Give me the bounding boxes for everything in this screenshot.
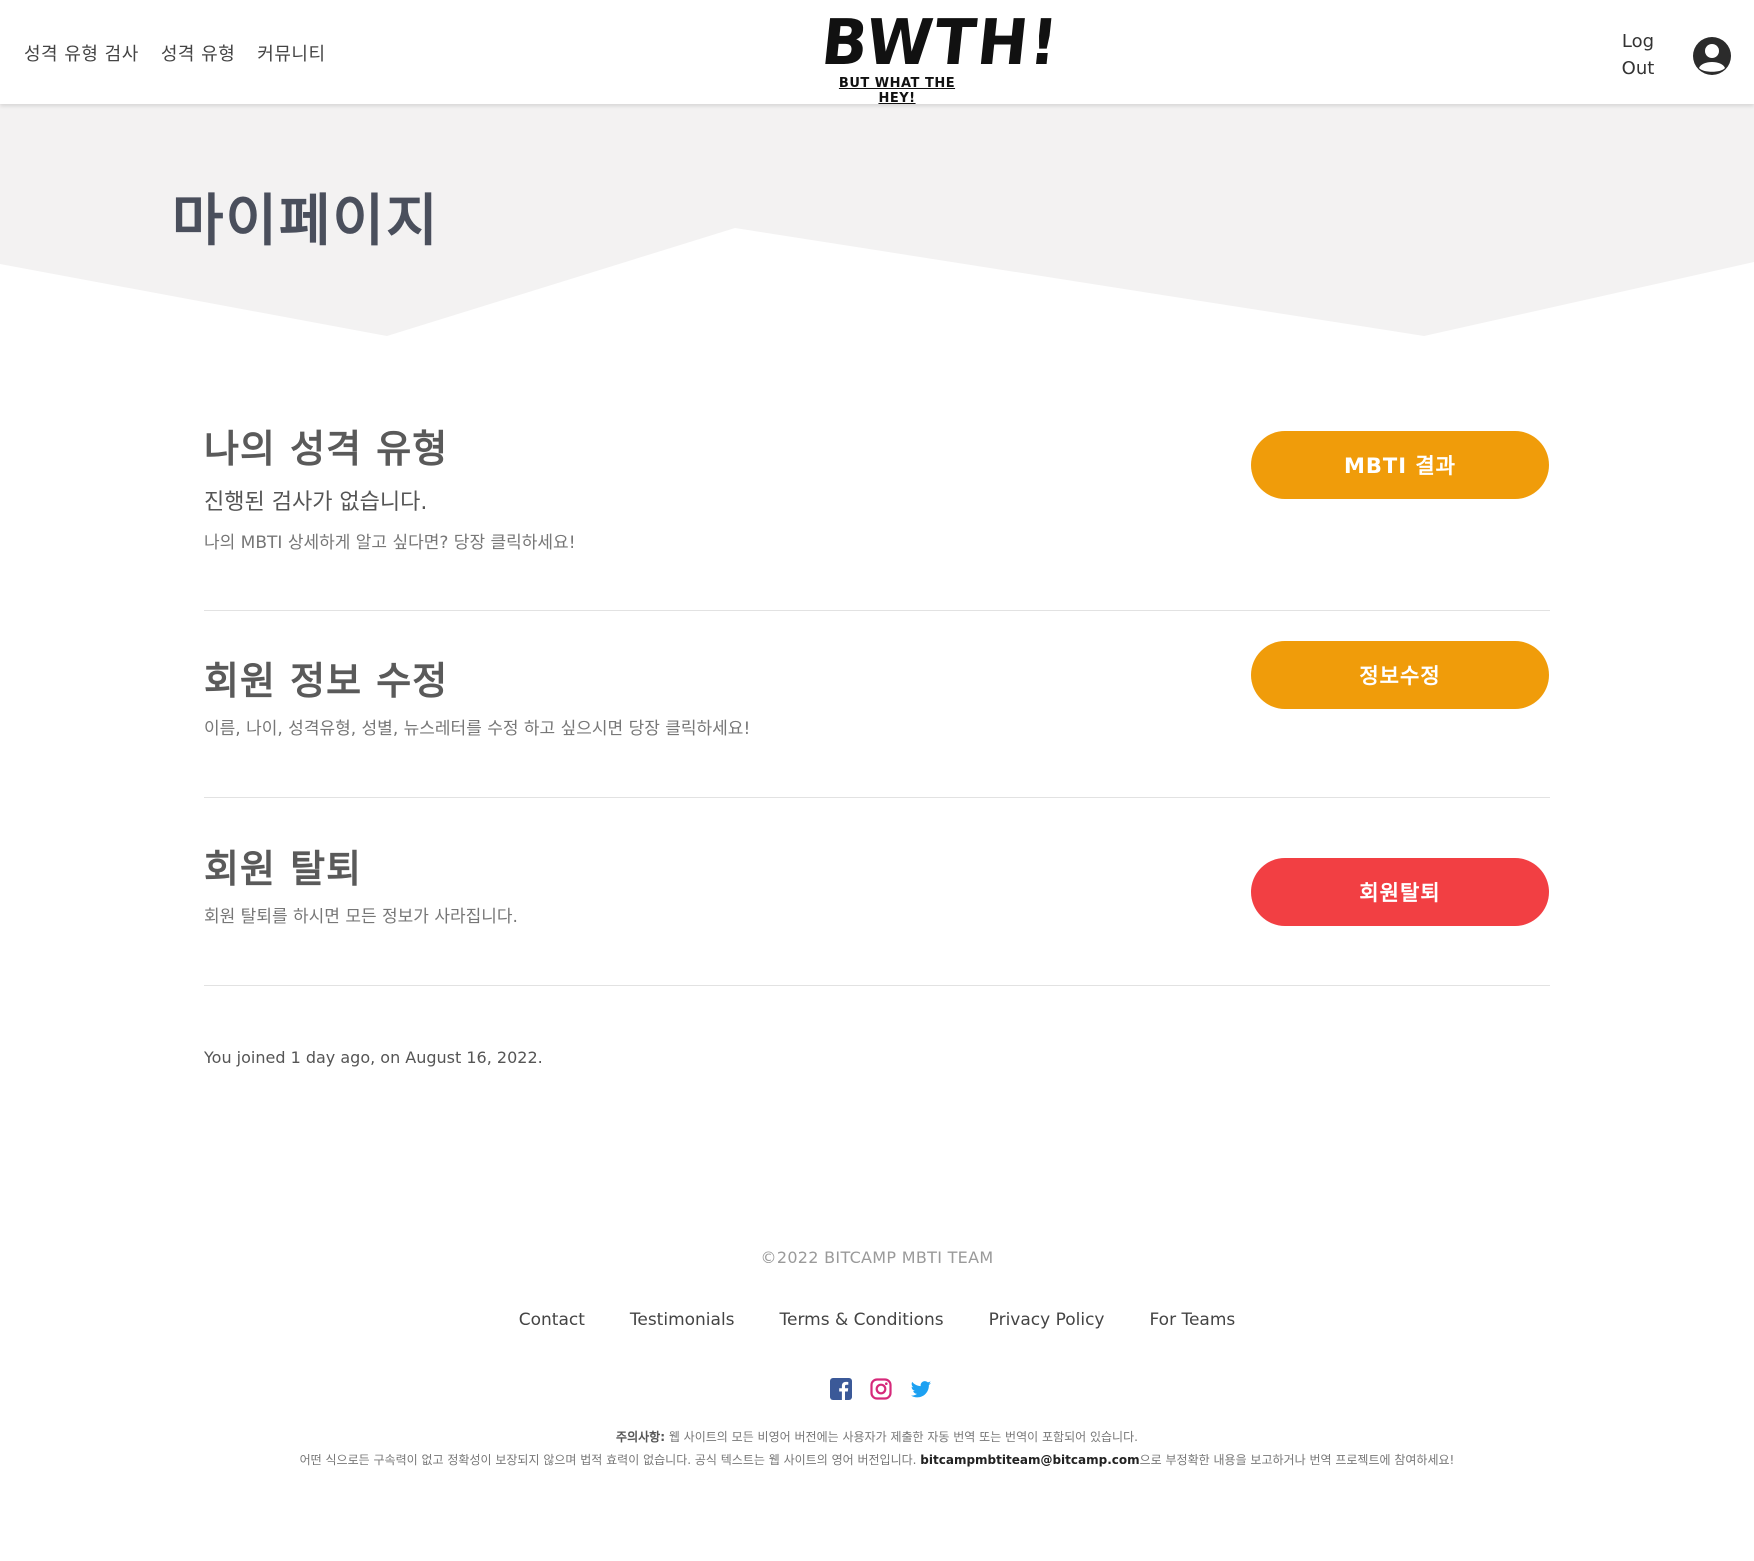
nav-community[interactable]: 커뮤니티 [257, 40, 325, 66]
joined-date-text: You joined 1 day ago, on August 16, 2022… [204, 1048, 543, 1067]
divider [204, 985, 1550, 986]
footer-copyright: ©2022 BITCAMP MBTI TEAM [760, 1248, 994, 1267]
disclaimer-line-2: 어떤 식으로든 구속력이 없고 정확성이 보장되지 않으며 법적 효력이 없습니… [0, 1449, 1754, 1472]
footer-link-contact[interactable]: Contact [519, 1310, 585, 1330]
disclaimer-label: 주의사항: [616, 1430, 666, 1444]
disclaimer-text-2b: 으로 부정확한 내용을 보고하거나 번역 프로젝트에 참여하세요! [1139, 1453, 1455, 1467]
section-title: 회원 정보 수정 [204, 659, 449, 703]
nav-personality-test[interactable]: 성격 유형 검사 [24, 40, 139, 66]
logo-sub-text: BUT WHAT THE HEY! [838, 76, 956, 106]
logo-main-text: BWTH! [818, 6, 1064, 80]
disclaimer-text-2a: 어떤 식으로든 구속력이 없고 정확성이 보장되지 않으며 법적 효력이 없습니… [299, 1453, 921, 1467]
section-subtitle: 진행된 검사가 없습니다. [204, 490, 428, 515]
main-nav: 성격 유형 검사 성격 유형 커뮤니티 [24, 40, 326, 66]
footer-link-terms[interactable]: Terms & Conditions [780, 1310, 944, 1330]
footer-disclaimer: 주의사항: 웹 사이트의 모든 비영어 버전에는 사용자가 제출한 자동 번역 … [0, 1426, 1754, 1472]
edit-profile-button[interactable]: 정보수정 [1251, 641, 1549, 709]
section-my-personality: 나의 성격 유형 진행된 검사가 없습니다. 나의 MBTI 상세하게 알고 싶… [204, 418, 1550, 558]
facebook-icon[interactable] [830, 1378, 852, 1400]
social-links [830, 1378, 932, 1400]
page-title: 마이페이지 [172, 189, 440, 254]
section-description: 나의 MBTI 상세하게 알고 싶다면? 당장 클릭하세요! [204, 533, 576, 553]
section-title: 나의 성격 유형 [204, 427, 449, 471]
top-navbar: 성격 유형 검사 성격 유형 커뮤니티 BWTH! BUT WHAT THE H… [0, 0, 1754, 106]
twitter-icon[interactable] [910, 1378, 932, 1400]
logout-label-line2: Out [1621, 58, 1655, 79]
divider [204, 610, 1550, 611]
footer-link-privacy[interactable]: Privacy Policy [989, 1310, 1105, 1330]
section-edit-profile: 회원 정보 수정 이름, 나이, 성격유형, 성별, 뉴스레터를 수정 하고 싶… [204, 641, 1550, 750]
disclaimer-line-1: 주의사항: 웹 사이트의 모든 비영어 버전에는 사용자가 제출한 자동 번역 … [0, 1426, 1754, 1449]
section-delete-account: 회원 탈퇴 회원 탈퇴를 하시면 모든 정보가 사라집니다. 회원탈퇴 [204, 838, 1550, 938]
divider [204, 797, 1550, 798]
delete-account-button[interactable]: 회원탈퇴 [1251, 858, 1549, 926]
logout-button[interactable]: Log Out [1610, 28, 1666, 82]
user-avatar-icon[interactable] [1692, 36, 1732, 76]
logo[interactable]: BWTH! BUT WHAT THE HEY! [818, 6, 1063, 106]
footer-links: Contact Testimonials Terms & Conditions … [0, 1310, 1754, 1330]
section-title: 회원 탈퇴 [204, 847, 363, 891]
logout-label-line1: Log [1621, 31, 1655, 52]
footer-link-testimonials[interactable]: Testimonials [630, 1310, 735, 1330]
instagram-icon[interactable] [870, 1378, 892, 1400]
mbti-result-button[interactable]: MBTI 결과 [1251, 431, 1549, 499]
disclaimer-text-1: 웹 사이트의 모든 비영어 버전에는 사용자가 제출한 자동 번역 또는 번역이… [665, 1430, 1138, 1444]
disclaimer-email-link[interactable]: bitcampmbtiteam@bitcamp.com [920, 1453, 1139, 1467]
nav-personality-types[interactable]: 성격 유형 [161, 40, 235, 66]
footer-link-for-teams[interactable]: For Teams [1150, 1310, 1236, 1330]
section-description: 이름, 나이, 성격유형, 성별, 뉴스레터를 수정 하고 싶으시면 당장 클릭… [204, 719, 751, 739]
section-description: 회원 탈퇴를 하시면 모든 정보가 사라집니다. [204, 907, 518, 927]
